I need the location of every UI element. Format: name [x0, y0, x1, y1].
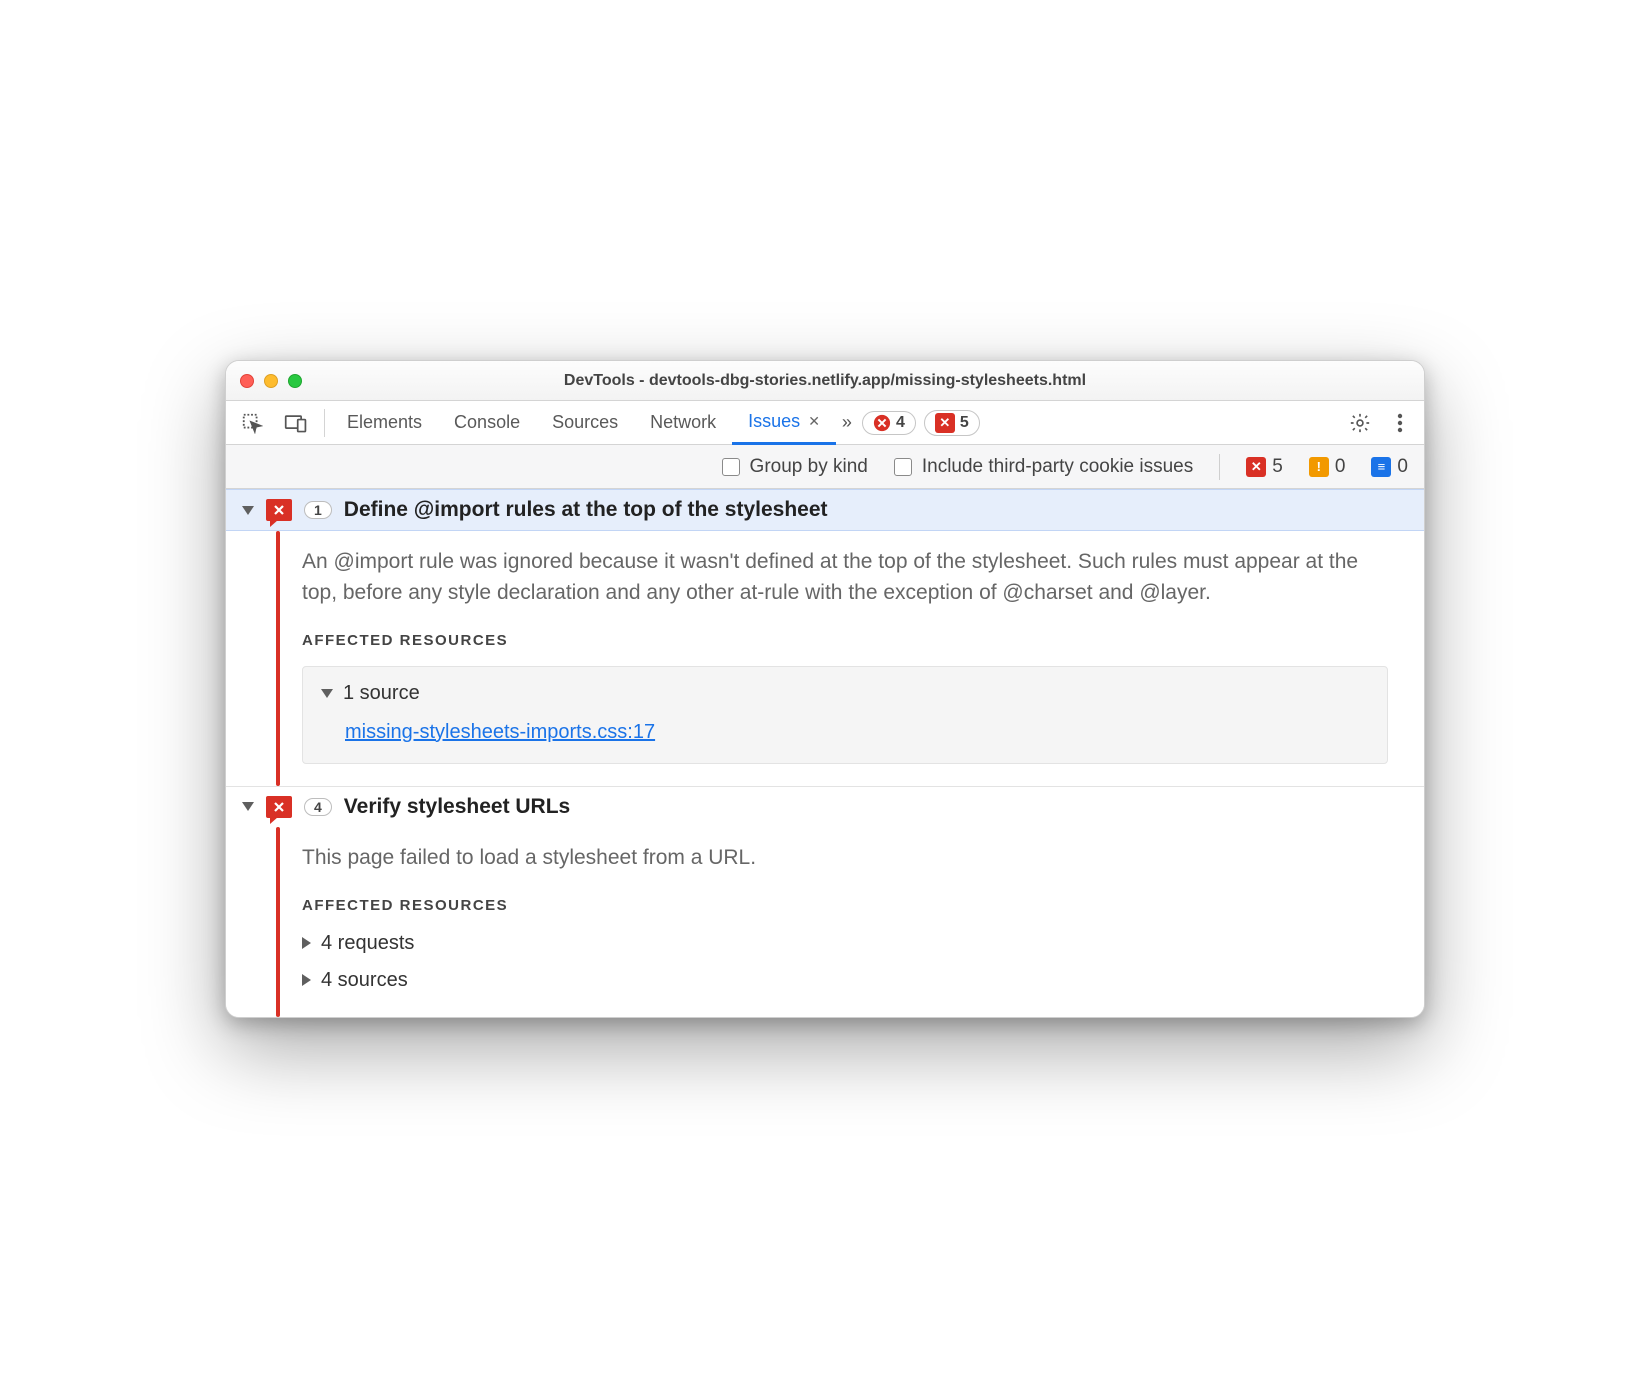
separator — [324, 409, 325, 437]
disclosure-triangle-icon — [321, 689, 333, 698]
checkbox-icon — [894, 458, 912, 476]
count-value: 0 — [1397, 456, 1408, 478]
source-link[interactable]: missing-stylesheets-imports.css:17 — [345, 718, 655, 747]
affected-row[interactable]: 4 requests — [302, 929, 1388, 958]
device-toggle-icon[interactable] — [274, 401, 318, 445]
count-value: 5 — [1272, 456, 1283, 478]
warning-count[interactable]: !0 — [1309, 456, 1346, 478]
issue-description: An @import rule was ignored because it w… — [302, 547, 1388, 608]
devtools-toolbar: Elements Console Sources Network Issues … — [226, 401, 1424, 445]
panel-tabs: Elements Console Sources Network Issues … — [331, 401, 836, 444]
separator — [1219, 454, 1220, 480]
devtools-window: DevTools - devtools-dbg-stories.netlify.… — [225, 360, 1425, 1018]
issue-count-badge: 1 — [304, 501, 332, 519]
info-count[interactable]: ≡0 — [1371, 456, 1408, 478]
group-by-kind-checkbox[interactable]: Group by kind — [722, 456, 868, 478]
close-tab-icon[interactable]: ✕ — [808, 413, 820, 430]
tab-label: Issues — [748, 411, 800, 432]
checkbox-label: Group by kind — [750, 456, 868, 478]
error-circle-icon — [873, 414, 891, 432]
issues-filter-bar: Group by kind Include third-party cookie… — [226, 445, 1424, 489]
affected-resources-list: 4 requests 4 sources — [302, 929, 1388, 995]
count-value: 0 — [1335, 456, 1346, 478]
tab-elements[interactable]: Elements — [331, 401, 438, 444]
checkbox-icon — [722, 458, 740, 476]
tab-label: Console — [454, 412, 520, 433]
source-summary-row[interactable]: 1 source — [321, 679, 1369, 708]
disclosure-triangle-icon — [242, 506, 254, 515]
issue-body: This page failed to load a stylesheet fr… — [226, 827, 1424, 1017]
more-menu-icon[interactable] — [1380, 403, 1420, 443]
inspect-element-icon[interactable] — [230, 401, 274, 445]
issue-description: This page failed to load a stylesheet fr… — [302, 843, 1388, 873]
tab-issues[interactable]: Issues ✕ — [732, 401, 836, 445]
disclosure-triangle-icon — [302, 937, 311, 949]
error-speech-icon — [266, 796, 292, 818]
more-tabs-icon[interactable]: » — [836, 412, 858, 433]
tab-label: Network — [650, 412, 716, 433]
error-speech-icon — [266, 499, 292, 521]
badge-count: 4 — [896, 414, 905, 432]
error-box-icon: ✕ — [1246, 457, 1266, 477]
issue-title: Verify stylesheet URLs — [344, 795, 570, 819]
affected-resources-label: AFFECTED RESOURCES — [302, 630, 1388, 652]
issue-count-badge: 4 — [304, 798, 332, 816]
tab-sources[interactable]: Sources — [536, 401, 634, 444]
issue-header[interactable]: 4 Verify stylesheet URLs — [226, 786, 1424, 827]
settings-icon[interactable] — [1340, 403, 1380, 443]
info-box-icon: ≡ — [1371, 457, 1391, 477]
issue-title: Define @import rules at the top of the s… — [344, 498, 828, 522]
errors-badge-round[interactable]: 4 — [862, 411, 916, 435]
badge-count: 5 — [960, 414, 969, 432]
include-third-party-checkbox[interactable]: Include third-party cookie issues — [894, 456, 1193, 478]
window-title: DevTools - devtools-dbg-stories.netlify.… — [226, 372, 1424, 390]
titlebar: DevTools - devtools-dbg-stories.netlify.… — [226, 361, 1424, 401]
affected-resources-label: AFFECTED RESOURCES — [302, 895, 1388, 917]
warning-box-icon: ! — [1309, 457, 1329, 477]
affected-row-text: 4 requests — [321, 929, 414, 958]
checkbox-label: Include third-party cookie issues — [922, 456, 1193, 478]
affected-resources-box: 1 source missing-stylesheets-imports.css… — [302, 666, 1388, 764]
error-count[interactable]: ✕5 — [1246, 456, 1283, 478]
tab-console[interactable]: Console — [438, 401, 536, 444]
issues-panel: 1 Define @import rules at the top of the… — [226, 489, 1424, 1017]
source-summary-text: 1 source — [343, 679, 420, 708]
errors-badge-box[interactable]: ✕ 5 — [924, 410, 980, 436]
affected-row[interactable]: 4 sources — [302, 966, 1388, 995]
tab-label: Sources — [552, 412, 618, 433]
disclosure-triangle-icon — [302, 974, 311, 986]
affected-row-text: 4 sources — [321, 966, 408, 995]
disclosure-triangle-icon — [242, 802, 254, 811]
tab-label: Elements — [347, 412, 422, 433]
error-box-icon: ✕ — [935, 413, 955, 433]
tab-network[interactable]: Network — [634, 401, 732, 444]
issue-header[interactable]: 1 Define @import rules at the top of the… — [226, 489, 1424, 531]
issue-body: An @import rule was ignored because it w… — [226, 531, 1424, 786]
